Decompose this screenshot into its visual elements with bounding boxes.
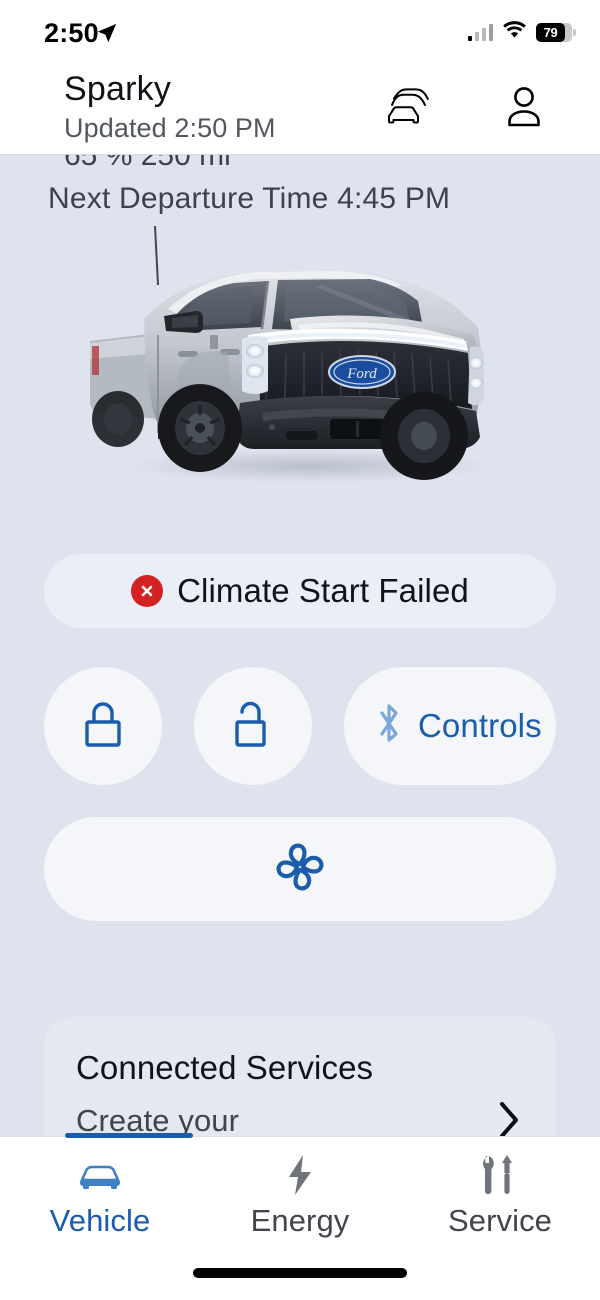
status-bar-indicators: 79: [468, 20, 576, 44]
wifi-icon: [502, 20, 527, 44]
location-arrow-icon: [96, 22, 118, 49]
person-icon[interactable]: [498, 84, 550, 130]
error-circle-icon: [131, 575, 164, 607]
status-banner-text: Climate Start Failed: [177, 572, 469, 609]
fan-icon: [264, 831, 336, 908]
tools-icon: [479, 1153, 521, 1197]
svg-text:Ford: Ford: [346, 366, 377, 382]
battery-percent: 79: [543, 24, 558, 40]
climate-button[interactable]: [44, 817, 556, 921]
app-screen: 2:50 79 Sparky Updated 2:50 PM 65 % 250 …: [0, 0, 600, 1300]
status-bar: 2:50 79: [0, 0, 600, 62]
last-updated-label: Updated 2:50 PM: [64, 113, 276, 143]
connected-services-subtitle: Create your: [76, 1103, 240, 1136]
chevron-right-icon[interactable]: [496, 1099, 522, 1136]
next-departure-label: Next Departure Time 4:45 PM: [48, 182, 451, 215]
vehicle-switcher-icon[interactable]: [382, 84, 434, 130]
tab-service[interactable]: Service: [400, 1137, 600, 1247]
vehicle-name: Sparky: [64, 70, 172, 108]
tab-service-label: Service: [447, 1203, 553, 1238]
cellular-bars-icon: [468, 23, 493, 41]
connected-services-title: Connected Services: [76, 1049, 374, 1086]
quick-controls-row: Controls: [44, 667, 556, 785]
lock-button[interactable]: [44, 667, 162, 785]
car-icon: [77, 1153, 123, 1197]
status-banner[interactable]: Climate Start Failed: [44, 554, 556, 628]
tab-energy-label: Energy: [250, 1203, 350, 1238]
tab-energy[interactable]: Energy: [200, 1137, 400, 1247]
main-scroll-area[interactable]: 65 % 250 mi Next Departure Time 4:45 PM: [0, 155, 600, 1136]
bottom-tab-bar: Vehicle Energy Service: [0, 1133, 600, 1300]
battery-indicator: 79: [536, 22, 576, 42]
status-bar-time: 2:50: [44, 18, 99, 48]
home-indicator: [193, 1268, 407, 1278]
vehicle-image: Ford: [72, 223, 528, 493]
connected-services-card[interactable]: Connected Services Create your: [44, 1017, 556, 1136]
app-header: Sparky Updated 2:50 PM: [0, 62, 600, 155]
controls-button[interactable]: Controls: [344, 667, 556, 785]
lock-closed-icon: [81, 698, 125, 755]
bluetooth-icon: [374, 700, 404, 753]
controls-button-label: Controls: [418, 707, 542, 744]
unlock-button[interactable]: [194, 667, 312, 785]
bolt-icon: [283, 1153, 317, 1197]
lock-open-icon: [231, 698, 275, 755]
tab-vehicle[interactable]: Vehicle: [0, 1137, 200, 1247]
tab-vehicle-label: Vehicle: [49, 1203, 151, 1238]
battery-range-clipped: 65 % 250 mi: [64, 155, 231, 172]
